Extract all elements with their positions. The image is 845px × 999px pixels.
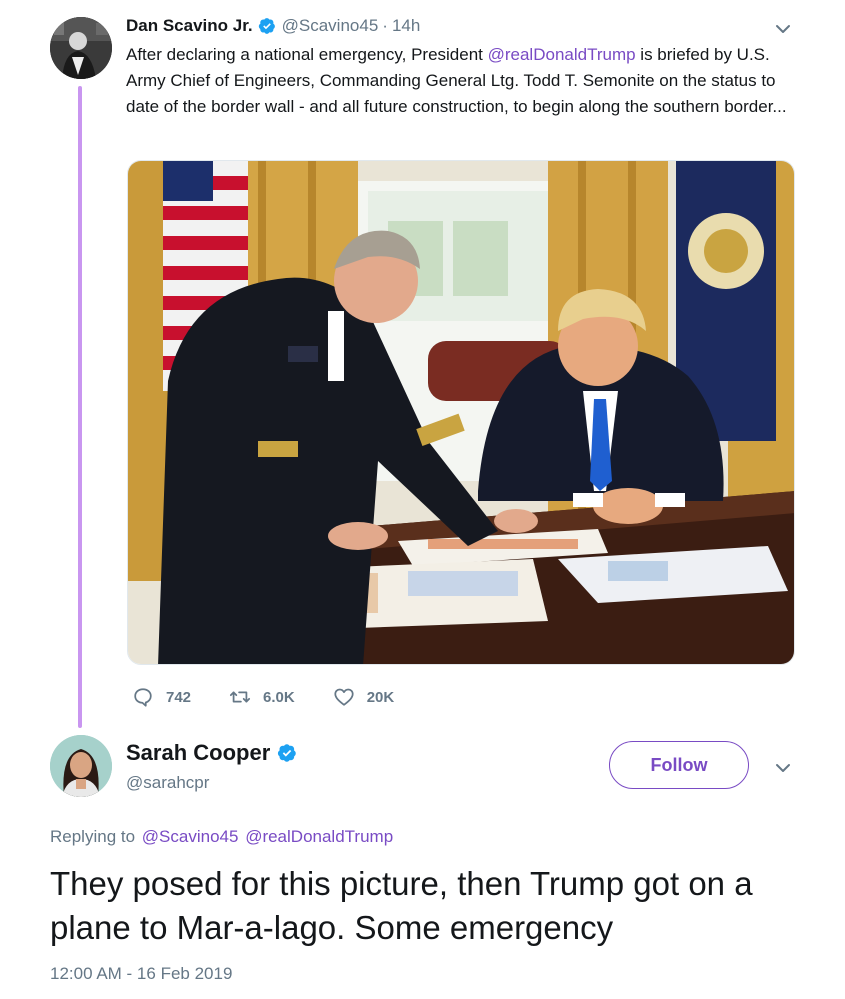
like-count: 20K xyxy=(366,688,395,706)
reply-count: 742 xyxy=(166,688,192,706)
reply-author-name[interactable]: Sarah Cooper xyxy=(126,740,270,766)
tweet-time[interactable]: 14h xyxy=(392,16,420,36)
tweet-text-part: After declaring a national emergency, Pr… xyxy=(126,45,488,64)
replying-to-line: Replying to @Scavino45 @realDonaldTrump xyxy=(50,827,393,847)
like-button[interactable]: 20K xyxy=(333,686,395,708)
retweet-count: 6.0K xyxy=(263,688,295,706)
reply-icon xyxy=(134,688,152,707)
chevron-down-icon[interactable] xyxy=(774,759,792,777)
verified-badge-icon xyxy=(278,744,297,762)
author-handle[interactable]: @Scavino45 xyxy=(282,16,379,36)
replying-to-label: Replying to xyxy=(50,827,136,846)
heart-icon xyxy=(334,688,354,706)
reply-timestamp[interactable]: 12:00 AM - 16 Feb 2019 xyxy=(50,964,232,984)
replying-to-mention[interactable]: @Scavino45 xyxy=(142,827,239,846)
dan-scavino-avatar[interactable] xyxy=(50,17,112,79)
retweet-button[interactable]: 6.0K xyxy=(229,686,295,708)
reply-text: They posed for this picture, then Trump … xyxy=(50,865,753,946)
tweet-actions: 742 6.0K 20K xyxy=(132,686,432,708)
oval-office-photo-icon xyxy=(128,161,794,664)
verified-badge-icon xyxy=(258,18,275,34)
chevron-down-icon[interactable] xyxy=(774,20,792,38)
avatar-photo-icon xyxy=(50,735,112,797)
author-name[interactable]: Dan Scavino Jr. xyxy=(126,16,253,36)
reply-author-row: Sarah Cooper xyxy=(126,740,303,766)
reply-author-handle[interactable]: @sarahcpr xyxy=(126,773,209,793)
tweet-text: After declaring a national emergency, Pr… xyxy=(126,42,806,120)
sarah-cooper-avatar[interactable] xyxy=(50,735,112,797)
retweet-icon xyxy=(229,691,251,703)
tweet-photo[interactable] xyxy=(127,160,795,665)
avatar-photo-icon xyxy=(50,17,112,79)
tweet-header: Dan Scavino Jr. @Scavino45 · 14h xyxy=(126,16,420,36)
replying-to-mention[interactable]: @realDonaldTrump xyxy=(245,827,393,846)
mention-link[interactable]: @realDonaldTrump xyxy=(488,45,636,64)
thread-connector-line xyxy=(78,86,82,728)
header-separator: · xyxy=(382,16,388,35)
follow-button[interactable]: Follow xyxy=(609,741,749,789)
reply-button[interactable]: 742 xyxy=(132,686,191,708)
